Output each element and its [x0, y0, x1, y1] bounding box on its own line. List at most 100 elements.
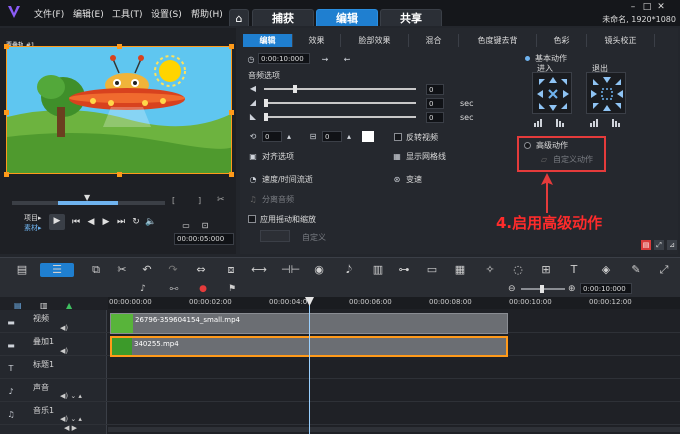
advanced-motion-label[interactable]: 高级动作	[536, 140, 568, 151]
speed-time-icon[interactable]: ◔	[248, 175, 258, 185]
track-volume-icon[interactable]: ◀) ⌄ ▴	[60, 392, 82, 400]
reverse-speed-icon[interactable]: ⇜	[340, 55, 354, 65]
menu-file[interactable]: 文件(F)	[34, 7, 64, 20]
volume-slider[interactable]	[264, 88, 416, 90]
show-grid-label[interactable]: 显示网格线	[406, 151, 446, 162]
expand-panel-icon[interactable]: ⊿	[667, 240, 677, 250]
zoom-slider-thumb[interactable]	[540, 285, 544, 293]
subtab-edit[interactable]: 编辑	[243, 34, 293, 47]
subtab-effects[interactable]: 效果	[293, 34, 341, 47]
mark-out-icon[interactable]: ]	[198, 196, 201, 205]
mask-icon[interactable]: ◌	[510, 263, 526, 277]
motion-tracking-icon[interactable]: ✧	[482, 263, 498, 277]
color-swatch[interactable]	[362, 131, 374, 142]
resize-handle[interactable]	[229, 110, 234, 115]
prev-frame-icon[interactable]: ◀	[84, 215, 98, 229]
storyboard-view-icon[interactable]: ▤	[14, 263, 30, 277]
track-volume-icon[interactable]: ◀) ⌄ ▴	[60, 415, 82, 423]
track-list-icon[interactable]: ▥	[40, 301, 48, 310]
snap-icon[interactable]: ⧟	[166, 282, 182, 296]
ripple-edit-icon[interactable]: ⧈	[223, 263, 239, 277]
variable-speed-icon[interactable]: ⊛	[392, 175, 402, 185]
volume-slider-thumb[interactable]	[293, 85, 297, 93]
reverse-video-label[interactable]: 反转视频	[406, 132, 438, 143]
fade-in-value[interactable]: 0	[426, 98, 444, 109]
track-view-icon[interactable]: ▤	[14, 301, 22, 310]
enter-direction-grid[interactable]	[532, 72, 572, 114]
crop-icon[interactable]: ⊞	[538, 263, 554, 277]
resize-handle[interactable]	[117, 44, 122, 49]
track-volume-icon[interactable]: ◀)	[60, 347, 68, 355]
chapter-icon[interactable]: ⚑	[224, 282, 240, 296]
link-icon[interactable]: ⊶	[396, 263, 412, 277]
playhead[interactable]	[309, 297, 310, 434]
zoom-out-icon[interactable]: ⊖	[508, 284, 516, 294]
volume-value[interactable]: 0	[426, 84, 444, 95]
pan-zoom-label[interactable]: 应用摇动和缩放	[260, 214, 316, 225]
fade-out-slider-thumb[interactable]	[264, 113, 268, 121]
duration-field[interactable]: 0:00:10:000	[258, 53, 310, 64]
home-icon[interactable]: ⌂	[229, 9, 249, 26]
menu-tools[interactable]: 工具(T)	[112, 7, 143, 20]
crop-icon[interactable]: ⊡	[198, 219, 212, 233]
preview-timecode[interactable]: 00:00:05:000	[174, 233, 234, 245]
tab-capture[interactable]: 捕获	[252, 9, 314, 26]
basic-motion-radio[interactable]	[525, 56, 530, 61]
grid-icon[interactable]: ▦	[452, 263, 468, 277]
collapse-panel-icon[interactable]: ⤢	[654, 240, 664, 250]
painting-icon[interactable]: ✎	[628, 263, 644, 277]
edit-tools-icon[interactable]: ✂	[114, 263, 130, 277]
horizontal-scrollbar[interactable]	[108, 427, 680, 432]
hd-toggle-icon[interactable]: ▭	[179, 219, 193, 233]
redo-icon[interactable]: ↷	[165, 263, 181, 277]
split-clip-icon[interactable]: ⊣⊢	[281, 263, 300, 277]
pan-zoom-checkbox[interactable]	[248, 215, 256, 223]
repeat-icon[interactable]: ↻	[129, 215, 143, 229]
menu-edit[interactable]: 编辑(E)	[73, 7, 104, 20]
minimize-icon[interactable]: –	[626, 2, 640, 12]
subtab-color[interactable]: 色彩	[537, 34, 587, 47]
play-icon[interactable]: ▶	[49, 214, 65, 230]
resize-handle[interactable]	[4, 44, 9, 49]
menu-help[interactable]: 帮助(H)	[191, 7, 223, 20]
align-options[interactable]: 对齐选项	[262, 151, 294, 162]
grid-toggle-icon[interactable]: ▤	[641, 240, 651, 250]
zoom-timecode[interactable]: 0:00:10:000	[580, 283, 632, 294]
rotate-icon[interactable]: ⟲	[248, 132, 258, 142]
preview-image[interactable]	[6, 46, 232, 174]
fade-in-slider[interactable]	[264, 102, 416, 104]
mix-icon[interactable]: ▥	[370, 263, 386, 277]
title-3d-icon[interactable]: T	[566, 263, 582, 277]
grid-icon[interactable]: ▦	[392, 152, 402, 162]
close-icon[interactable]: ✕	[654, 2, 668, 12]
scroll-arrows-icon[interactable]: ◀ ▶	[64, 424, 77, 432]
speed-time-lapse[interactable]: 速度/时间流逝	[262, 174, 313, 185]
timeline-view-icon[interactable]: ☰	[40, 263, 74, 277]
motion-speed-presets[interactable]	[532, 117, 628, 127]
fade-out-value[interactable]: 0	[426, 112, 444, 123]
volume-icon[interactable]: 🔈	[144, 215, 158, 229]
exit-direction-grid[interactable]	[586, 72, 626, 114]
subtab-blend[interactable]: 混合	[409, 34, 459, 47]
tab-edit[interactable]: 编辑	[316, 9, 378, 26]
color-grading-icon[interactable]: ◈	[598, 263, 614, 277]
speed-icon[interactable]: ⇝	[318, 55, 332, 65]
zoom-in-icon[interactable]: ⊕	[568, 284, 576, 294]
multi-trim-icon[interactable]: ⟷	[251, 263, 267, 277]
rotate-value-2[interactable]: 0	[322, 131, 342, 142]
go-end-icon[interactable]: ⏭	[114, 215, 128, 229]
subtab-chroma-key[interactable]: 色度键去背	[459, 34, 537, 47]
fullscreen-icon[interactable]: ⤢	[656, 263, 672, 277]
stepper-icon[interactable]: ▴	[284, 132, 294, 142]
subtab-face-effects[interactable]: 脸部效果	[341, 34, 409, 47]
voice-record-icon[interactable]: ●	[195, 282, 211, 296]
stepper-icon[interactable]: ▴	[344, 132, 354, 142]
record-icon[interactable]: ◉	[311, 263, 327, 277]
subtab-lens-correction[interactable]: 镜头校正	[587, 34, 655, 47]
auto-music-icon[interactable]: ♪	[135, 282, 151, 296]
resize-handle[interactable]	[4, 172, 9, 177]
flip-icon[interactable]: ⊟	[308, 132, 318, 142]
subtitle-icon[interactable]: ▭	[424, 263, 440, 277]
project-mode-label[interactable]: 项目▸	[24, 213, 42, 223]
fade-out-slider[interactable]	[264, 116, 416, 118]
